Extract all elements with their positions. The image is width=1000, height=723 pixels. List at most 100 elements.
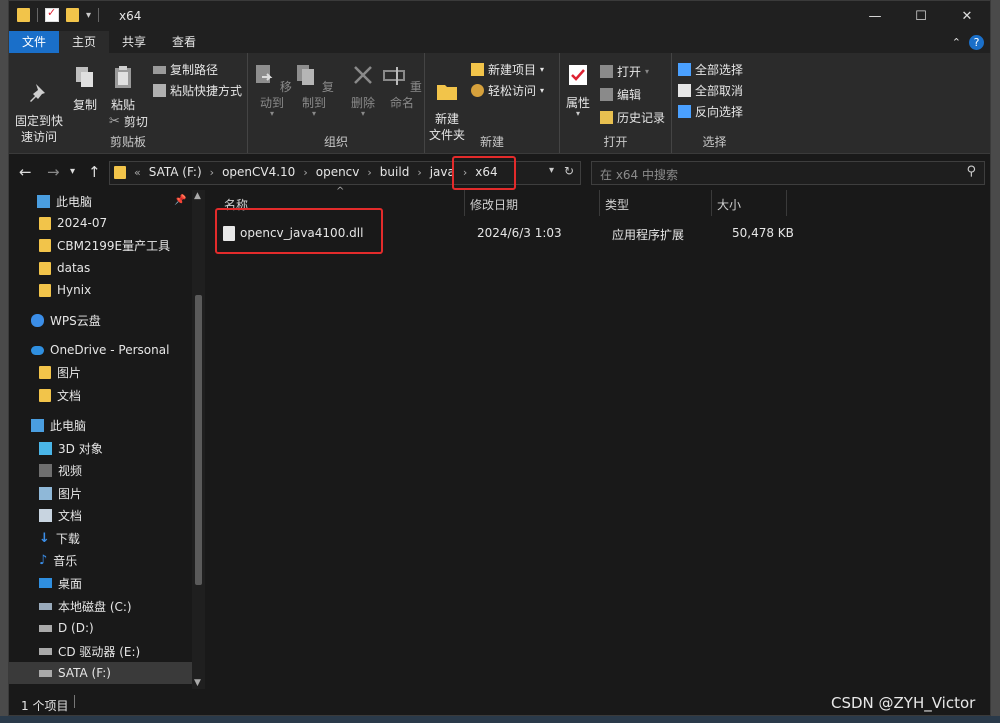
invert-selection-icon bbox=[678, 105, 691, 118]
new-folder-icon[interactable] bbox=[66, 8, 79, 22]
delete-button[interactable]: 删除 ▾ bbox=[346, 63, 380, 118]
column-separator[interactable] bbox=[464, 190, 465, 216]
tab-view[interactable]: 查看 bbox=[159, 31, 209, 53]
new-folder-button[interactable]: 新建 文件夹 bbox=[427, 63, 467, 143]
tab-file[interactable]: 文件 bbox=[9, 31, 60, 53]
sidebar-item-drive-d[interactable]: D (D:) bbox=[39, 617, 94, 639]
select-none-label: 全部取消 bbox=[695, 84, 744, 98]
breadcrumb-chevron-icon[interactable]: › bbox=[367, 166, 371, 179]
paste-button[interactable]: 粘贴 bbox=[105, 65, 141, 113]
rename-button[interactable]: 重命名 bbox=[382, 63, 422, 111]
onedrive-icon bbox=[31, 345, 44, 355]
paste-shortcut-button[interactable]: 粘贴快捷方式 bbox=[153, 82, 242, 99]
sidebar-item-pictures[interactable]: 图片 bbox=[39, 482, 82, 504]
up-arrow-icon[interactable]: ↑ bbox=[88, 163, 101, 181]
navigation-pane: 此电脑 📌 2024-07 CBM2199E量产工具 datas Hynix W… bbox=[9, 190, 206, 689]
sidebar-item-drive-c[interactable]: 本地磁盘 (C:) bbox=[39, 595, 132, 617]
sidebar-item-drive-f[interactable]: SATA (F:) bbox=[9, 662, 192, 684]
select-none-button[interactable]: 全部取消 bbox=[678, 82, 743, 99]
move-to-icon bbox=[256, 65, 273, 83]
breadcrumb-item[interactable]: SATA (F:) bbox=[149, 165, 202, 179]
breadcrumb-item[interactable]: build bbox=[380, 165, 410, 179]
sidebar-item-2024-07[interactable]: 2024-07 bbox=[39, 212, 107, 234]
invert-selection-button[interactable]: 反向选择 bbox=[678, 103, 743, 120]
sidebar-scrollbar[interactable]: ▲ ▼ bbox=[192, 190, 205, 689]
minimize-button[interactable]: — bbox=[852, 1, 898, 31]
close-button[interactable]: ✕ bbox=[944, 1, 990, 31]
back-arrow-icon[interactable]: ← bbox=[19, 163, 32, 181]
monitor-icon bbox=[31, 418, 44, 432]
properties-label: 属性 bbox=[565, 96, 590, 110]
column-header-modified[interactable]: 修改日期 bbox=[470, 196, 518, 213]
edit-button[interactable]: 编辑 bbox=[600, 86, 641, 103]
forward-arrow-icon[interactable]: → bbox=[47, 163, 60, 181]
breadcrumb-chevron-icon[interactable]: › bbox=[417, 166, 421, 179]
select-all-button[interactable]: 全部选择 bbox=[678, 61, 743, 78]
sidebar-item-this-pc-quick[interactable]: 此电脑 bbox=[37, 190, 92, 212]
sidebar-item-onedrive[interactable]: OneDrive - Personal bbox=[31, 339, 169, 361]
refresh-icon[interactable]: ↻ bbox=[564, 164, 574, 178]
scissors-icon: ✂ bbox=[109, 114, 120, 129]
sidebar-item-onedrive-pictures[interactable]: 图片 bbox=[39, 361, 81, 383]
address-dropdown-chevron-icon[interactable]: ▾ bbox=[549, 165, 554, 176]
sidebar-item-this-pc[interactable]: 此电脑 bbox=[31, 414, 86, 436]
folder-icon bbox=[39, 388, 51, 402]
tab-share[interactable]: 共享 bbox=[109, 31, 159, 53]
history-icon bbox=[600, 111, 613, 124]
column-separator[interactable] bbox=[599, 190, 600, 216]
sidebar-item-onedrive-documents[interactable]: 文档 bbox=[39, 384, 81, 406]
highlight-box-dll bbox=[215, 208, 383, 254]
properties-icon[interactable] bbox=[45, 6, 59, 22]
file-type: 应用程序扩展 bbox=[612, 228, 685, 242]
sidebar-item-hynix[interactable]: Hynix bbox=[39, 279, 91, 301]
new-item-button[interactable]: 新建项目 ▾ bbox=[471, 61, 544, 78]
tab-home[interactable]: 主页 bbox=[59, 31, 110, 53]
breadcrumb-chevron-icon[interactable]: › bbox=[303, 166, 307, 179]
help-icon[interactable]: ? bbox=[969, 34, 984, 50]
cut-button[interactable]: ✂ 剪切 bbox=[109, 113, 148, 130]
move-to-button[interactable]: 移动到 ▾ bbox=[252, 63, 292, 118]
sidebar-item-datas[interactable]: datas bbox=[39, 257, 90, 279]
sidebar-item-documents[interactable]: 文档 bbox=[39, 504, 82, 526]
search-icon[interactable]: ⚲ bbox=[966, 164, 976, 179]
customize-toolbar-chevron-icon[interactable]: ▾ bbox=[86, 10, 91, 21]
sidebar-item-3d-objects[interactable]: 3D 对象 bbox=[39, 437, 103, 459]
column-header-size[interactable]: 大小 bbox=[717, 196, 741, 213]
breadcrumb-item[interactable]: opencv bbox=[316, 165, 360, 179]
copy-label: 复制 bbox=[72, 98, 97, 112]
new-item-label: 新建项目 bbox=[488, 63, 537, 77]
sidebar-item-drive-e[interactable]: CD 驱动器 (E:) bbox=[39, 640, 140, 662]
sidebar-item-music[interactable]: ♪ 音乐 bbox=[39, 549, 77, 571]
breadcrumb-chevron-icon[interactable]: › bbox=[210, 166, 214, 179]
sidebar-item-label: D (D:) bbox=[58, 621, 94, 635]
copy-to-button[interactable]: 复制到 ▾ bbox=[294, 63, 334, 118]
sidebar-item-desktop[interactable]: 桌面 bbox=[39, 572, 82, 594]
overflow-chevron-icon[interactable]: « bbox=[134, 166, 141, 179]
cut-label: 剪切 bbox=[123, 115, 148, 129]
new-folder-icon bbox=[437, 85, 457, 100]
sidebar-item-label: WPS云盘 bbox=[50, 313, 101, 328]
properties-button[interactable]: 属性 ▾ bbox=[562, 63, 594, 118]
scroll-down-icon[interactable]: ▼ bbox=[194, 678, 201, 688]
search-input[interactable]: 在 x64 中搜索 ⚲ bbox=[591, 161, 985, 185]
sidebar-item-downloads[interactable]: ↓ 下载 bbox=[39, 527, 80, 549]
taskbar-strip bbox=[0, 716, 1000, 723]
copy-path-button[interactable]: 复制路径 bbox=[153, 61, 218, 78]
sidebar-item-label: SATA (F:) bbox=[58, 666, 111, 680]
easy-access-button[interactable]: 轻松访问 ▾ bbox=[471, 82, 544, 99]
sidebar-item-wps-cloud[interactable]: WPS云盘 bbox=[31, 309, 101, 331]
collapse-ribbon-chevron-icon[interactable]: ⌃ bbox=[952, 36, 961, 49]
maximize-button[interactable]: ☐ bbox=[898, 1, 944, 31]
recent-locations-chevron-icon[interactable]: ▾ bbox=[70, 166, 75, 177]
column-header-type[interactable]: 类型 bbox=[605, 196, 629, 213]
open-button[interactable]: 打开 ▾ bbox=[600, 63, 649, 80]
sidebar-item-videos[interactable]: 视频 bbox=[39, 459, 82, 481]
copy-button[interactable]: 复制 bbox=[67, 65, 103, 113]
breadcrumb-item[interactable]: openCV4.10 bbox=[222, 165, 295, 179]
scrollbar-thumb[interactable] bbox=[195, 295, 202, 585]
history-button[interactable]: 历史记录 bbox=[600, 109, 665, 126]
sidebar-item-cbm2199e[interactable]: CBM2199E量产工具 bbox=[39, 234, 170, 256]
column-separator[interactable] bbox=[711, 190, 712, 216]
scroll-up-icon[interactable]: ▲ bbox=[194, 191, 201, 201]
column-separator[interactable] bbox=[786, 190, 787, 216]
